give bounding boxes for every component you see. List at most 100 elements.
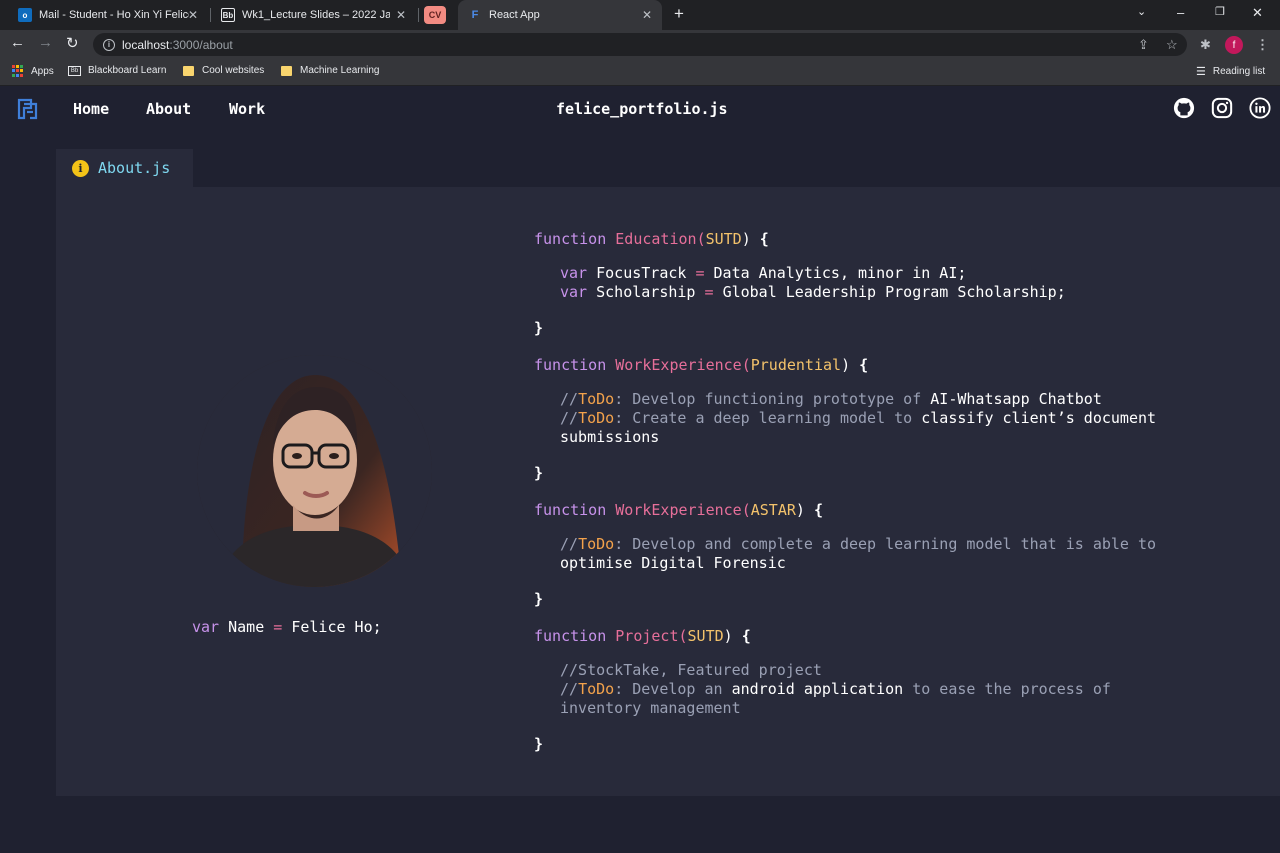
bookmarks-bar: Apps Bb Blackboard Learn Cool websites M…: [0, 59, 1280, 86]
function-name: Project: [615, 627, 679, 645]
restore-button[interactable]: ❐: [1215, 5, 1225, 18]
comment-text: : Create a deep learning model to: [614, 409, 922, 427]
back-icon[interactable]: ←: [10, 34, 25, 51]
tab-search-icon[interactable]: ⌄: [1137, 5, 1146, 18]
bookmark-star-icon[interactable]: ☆: [1166, 37, 1178, 53]
bookmark-folder-machine-learning[interactable]: Machine Learning: [281, 65, 380, 76]
nav-about[interactable]: About: [146, 100, 191, 118]
bookmark-blackboard[interactable]: Bb Blackboard Learn: [68, 65, 166, 76]
function-arg: SUTD: [705, 230, 742, 248]
menu-kebab-icon[interactable]: ⋮: [1256, 37, 1269, 53]
open-brace: {: [813, 501, 823, 519]
folder-icon: [281, 65, 292, 76]
blackboard-icon: Bb: [68, 65, 81, 76]
highlight-text: classify client’s document: [921, 409, 1157, 427]
project-line-3: inventory management: [560, 699, 741, 717]
nav-work[interactable]: Work: [229, 100, 265, 118]
function-arg: ASTAR: [750, 501, 796, 519]
keyword: function: [534, 230, 607, 248]
todo-tag: ToDo: [578, 680, 615, 698]
work-prudential-signature: function WorkExperience(Prudential) {: [534, 356, 869, 374]
variable-name: Scholarship: [596, 283, 696, 301]
function-arg: SUTD: [687, 627, 724, 645]
site-info-icon[interactable]: i: [103, 38, 115, 51]
education-line-scholarship: var Scholarship = Global Leadership Prog…: [560, 283, 1066, 301]
comment-prefix: //: [560, 409, 579, 427]
education-signature: function Education(SUTD) {: [534, 230, 769, 248]
browser-tabstrip: o Mail - Student - Ho Xin Yi Felice ✕ Bb…: [0, 0, 1280, 30]
function-name: Education: [615, 230, 697, 248]
project-line-2: //ToDo: Develop an android application t…: [560, 680, 1111, 698]
comment-text: to ease the process of: [903, 680, 1111, 698]
browser-tab-cv[interactable]: CV: [424, 0, 452, 30]
work-astar-signature: function WorkExperience(ASTAR) {: [534, 501, 823, 519]
minimize-button[interactable]: –: [1177, 5, 1184, 20]
function-name: WorkExperience: [615, 356, 742, 374]
address-host: localhost: [122, 37, 170, 52]
forward-icon[interactable]: →: [38, 34, 53, 51]
todo-tag: ToDo: [578, 390, 615, 408]
prudential-line-3: submissions: [560, 428, 660, 446]
window-close-button[interactable]: ✕: [1252, 5, 1263, 21]
astar-line-2: optimise Digital Forensic: [560, 554, 786, 572]
file-tab-label: About.js: [98, 159, 171, 177]
close-brace: }: [534, 319, 544, 337]
open-brace: {: [859, 356, 869, 374]
instagram-icon[interactable]: [1211, 97, 1233, 119]
apps-grid-icon: [12, 65, 24, 77]
blackboard-icon: Bb: [221, 8, 235, 22]
todo-tag: ToDo: [578, 409, 615, 427]
comment-prefix: //: [560, 390, 579, 408]
browser-tab-mail[interactable]: o Mail - Student - Ho Xin Yi Felice ✕: [8, 0, 208, 30]
address-path: :3000/about: [169, 37, 233, 52]
reload-icon[interactable]: ↻: [66, 34, 79, 52]
cv-icon: CV: [424, 6, 446, 24]
tab-divider: [418, 8, 419, 22]
bookmark-apps[interactable]: Apps: [12, 65, 54, 77]
profile-photo: [197, 355, 432, 587]
function-name: WorkExperience: [615, 501, 742, 519]
tab-about-js[interactable]: i About.js: [56, 149, 193, 187]
reading-list-icon: ☰: [1196, 66, 1206, 78]
close-icon[interactable]: ✕: [642, 8, 652, 22]
comment-prefix: //: [560, 535, 579, 553]
bookmark-label: Blackboard Learn: [88, 65, 167, 76]
portfolio-page: Home About Work felice_portfolio.js i Ab…: [0, 87, 1280, 853]
logo-icon: [17, 98, 38, 120]
portrait-illustration: [197, 355, 432, 587]
close-icon[interactable]: ✕: [396, 8, 406, 22]
tab-divider: [210, 8, 211, 22]
keyword: var: [560, 283, 588, 301]
comment-text: : Develop and complete a deep learning m…: [614, 535, 1157, 553]
tab-title: Wk1_Lecture Slides – 2022 Janua: [242, 9, 390, 21]
highlight-text: android application: [731, 680, 904, 698]
linkedin-icon[interactable]: [1249, 97, 1271, 119]
keyword: function: [534, 627, 607, 645]
site-title: felice_portfolio.js: [556, 100, 728, 118]
extensions-icon[interactable]: ✱: [1200, 37, 1211, 53]
share-icon[interactable]: ⇪: [1138, 37, 1149, 53]
astar-line-1: //ToDo: Develop and complete a deep lear…: [560, 535, 1156, 553]
browser-tab-lecture[interactable]: Bb Wk1_Lecture Slides – 2022 Janua ✕: [212, 0, 416, 30]
keyword: function: [534, 356, 607, 374]
outlook-icon: o: [18, 8, 32, 22]
address-bar[interactable]: i localhost:3000/about: [93, 33, 1187, 56]
project-signature: function Project(SUTD) {: [534, 627, 751, 645]
new-tab-button[interactable]: +: [674, 4, 684, 24]
browser-tab-react-app[interactable]: F React App ✕: [458, 0, 662, 30]
site-logo[interactable]: [16, 97, 40, 121]
bookmark-label: Cool websites: [202, 65, 265, 76]
bookmark-label: Apps: [31, 65, 54, 77]
prudential-line-2: //ToDo: Create a deep learning model to …: [560, 409, 1156, 427]
reading-list-button[interactable]: ☰ Reading list: [1196, 65, 1265, 78]
operator: =: [273, 618, 283, 636]
nav-home[interactable]: Home: [73, 100, 109, 118]
github-icon[interactable]: [1173, 97, 1195, 119]
bookmark-folder-cool-websites[interactable]: Cool websites: [183, 65, 264, 76]
variable-value: Global Leadership Program Scholarship;: [722, 283, 1066, 301]
profile-avatar[interactable]: f: [1225, 36, 1243, 54]
close-icon[interactable]: ✕: [188, 8, 198, 22]
bookmark-label: Machine Learning: [300, 65, 380, 76]
close-brace: }: [534, 590, 544, 608]
tab-title: Mail - Student - Ho Xin Yi Felice: [39, 9, 189, 21]
